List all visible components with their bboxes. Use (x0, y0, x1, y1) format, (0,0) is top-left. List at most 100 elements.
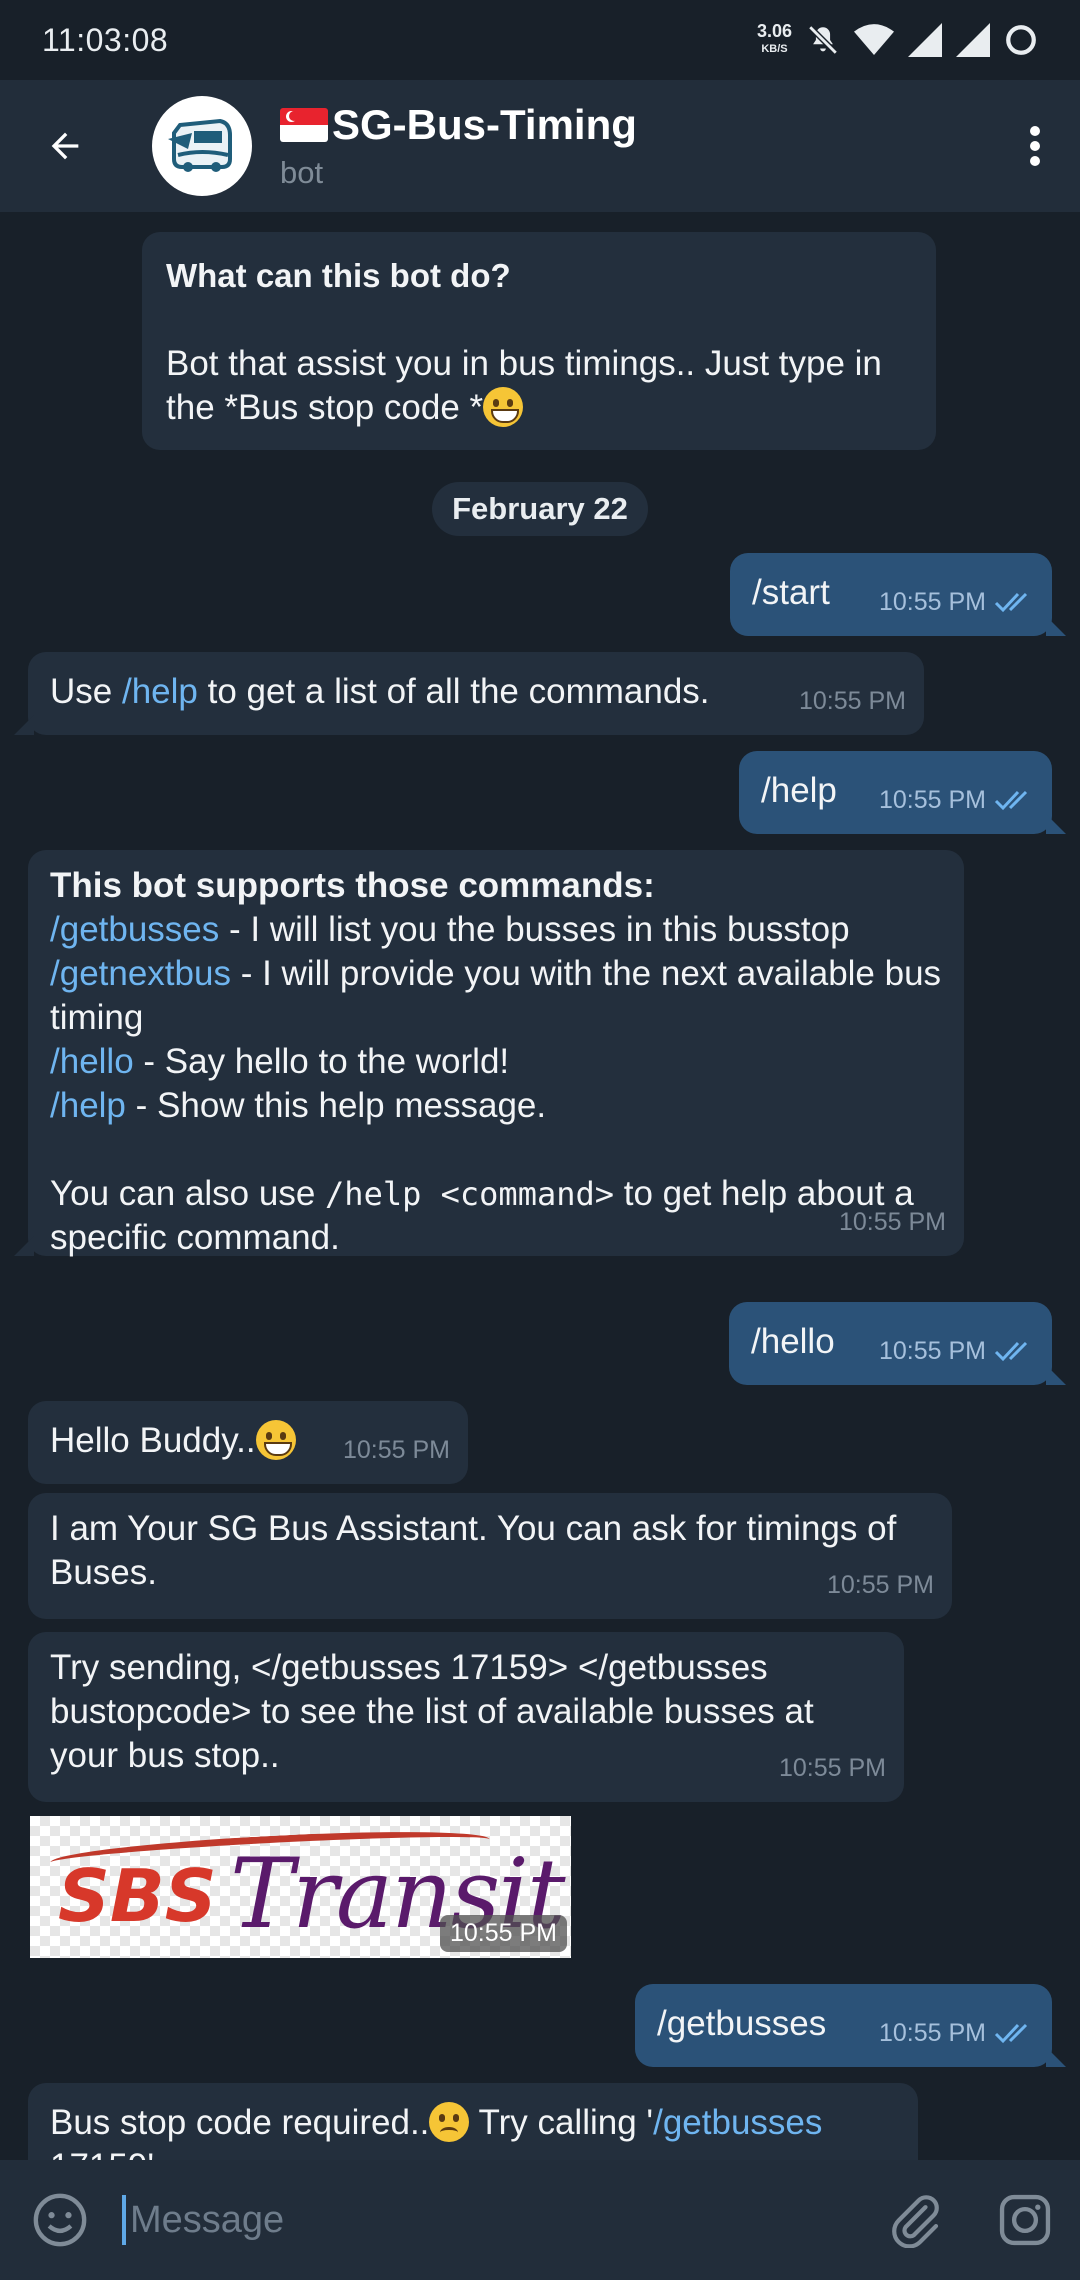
text-cursor (122, 2195, 126, 2245)
double-check-icon (994, 592, 1028, 613)
message-time: 10:55 PM (798, 687, 906, 715)
message-meta: 10:55 PM (879, 580, 1034, 624)
text-fragment: Try calling ' (469, 2103, 654, 2142)
bot-intro-body: Bot that assist you in bus timings.. Jus… (166, 342, 912, 430)
message-time: 10:55 PM (878, 588, 986, 616)
command-desc: - I will list you the busses in this bus… (219, 910, 850, 949)
text-fragment: Use (50, 672, 122, 711)
message-in[interactable]: Use /help to get a list of all the comma… (14, 652, 924, 735)
bus-logo-icon (168, 118, 232, 172)
status-time: 11:03:08 (42, 21, 169, 58)
message-input[interactable]: Message (120, 2160, 860, 2280)
bot-intro-card: What can this bot do? Bot that assist yo… (142, 232, 936, 450)
message-text: /start (752, 573, 830, 612)
text-fragment: Hello Buddy.. (50, 1421, 256, 1460)
camera-button[interactable] (970, 2160, 1080, 2280)
command-link-getbusses[interactable]: /getbusses (653, 2103, 822, 2142)
inline-code: /help <command> (325, 1175, 615, 1213)
double-check-icon (994, 2023, 1028, 2044)
command-link-hello[interactable]: /hello (50, 1042, 134, 1081)
mute-icon (808, 25, 838, 55)
message-text: /help (761, 771, 837, 810)
arrow-left-icon (51, 132, 79, 160)
battery-icon (1006, 25, 1036, 55)
message-time: 10:55 PM (878, 2019, 986, 2047)
message-text: I am Your SG Bus Assistant. You can ask … (50, 1509, 897, 1592)
command-link-help[interactable]: /help (122, 672, 198, 711)
status-icons: 3.06 KB/S (757, 22, 1038, 58)
message-in[interactable]: Bus stop code required.. Try calling '/g… (28, 2083, 918, 2160)
chat-title-text: SG-Bus-Timing (332, 101, 637, 148)
message-in[interactable]: I am Your SG Bus Assistant. You can ask … (28, 1493, 952, 1619)
message-meta: 10:55 PM (879, 778, 1034, 822)
message-out[interactable]: /hello 10:55 PM (729, 1302, 1066, 1385)
network-speed: 3.06 KB/S (757, 22, 792, 58)
commands-title: This bot supports those commands: (50, 866, 655, 905)
double-check-icon (994, 1341, 1028, 1362)
command-row: /hello - Say hello to the world! (50, 1040, 942, 1084)
message-time: 10:55 PM (878, 786, 986, 814)
message-out[interactable]: /start 10:55 PM (730, 553, 1066, 636)
command-link-getbusses[interactable]: /getbusses (50, 910, 219, 949)
message-time: 10:55 PM (878, 1337, 986, 1365)
paperclip-icon (892, 2195, 939, 2248)
commands-footer: You can also use /help <command> to get … (50, 1172, 942, 1260)
command-link-getnextbus[interactable]: /getnextbus (50, 954, 231, 993)
message-time: 10:55 PM (778, 1754, 886, 1782)
network-speed-unit: KB/S (761, 43, 788, 55)
message-out[interactable]: /getbusses 10:55 PM (635, 1984, 1066, 2067)
avatar[interactable] (152, 96, 252, 196)
command-row: /getbusses - I will list you the busses … (50, 908, 942, 952)
message-input-placeholder: Message (130, 2198, 285, 2241)
frowning-face-emoji-icon (429, 2102, 470, 2142)
message-time: 10:55 PM (838, 1208, 946, 1236)
text-fragment: to get a list of all the commands. (197, 672, 710, 711)
text-fragment: You can also use (50, 1174, 326, 1213)
command-desc: - Show this help message. (125, 1086, 547, 1125)
message-text: Try sending, </getbusses 17159> </getbus… (50, 1648, 814, 1775)
logo-text-sbs: SBS (58, 1854, 217, 1938)
instagram-camera-icon (999, 2194, 1051, 2246)
message-text: Bus stop code required.. Try calling '/g… (50, 2102, 822, 2160)
message-out[interactable]: /help 10:55 PM (739, 751, 1066, 834)
message-text: Hello Buddy.. (50, 1420, 296, 1460)
message-time: 10:55 PM (342, 1436, 450, 1464)
more-vertical-icon (1030, 126, 1040, 166)
command-desc: - Say hello to the world! (133, 1042, 510, 1081)
message-input-bar: Message (0, 2160, 1080, 2280)
chat-messages[interactable]: What can this bot do? Bot that assist yo… (0, 212, 1080, 2160)
message-in[interactable]: Try sending, </getbusses 17159> </getbus… (28, 1632, 904, 1802)
emoji-button[interactable] (0, 2160, 120, 2280)
chat-subtitle: bot (280, 155, 324, 190)
text-fragment: 17159' (50, 2147, 154, 2160)
command-link-help[interactable]: /help (50, 1086, 126, 1125)
back-button[interactable] (0, 80, 130, 212)
bot-intro-body-text: Bot that assist you in bus timings.. Jus… (166, 344, 882, 427)
attach-button[interactable] (860, 2160, 970, 2280)
message-in[interactable]: Hello Buddy.. 10:55 PM (28, 1401, 468, 1484)
message-text: /getbusses (657, 2004, 827, 2043)
command-row: /help - Show this help message. (50, 1084, 942, 1128)
signal-roaming-icon (956, 23, 990, 57)
status-bar: 11:03:08 3.06 KB/S (0, 0, 1080, 80)
message-meta: 10:55 PM (879, 1329, 1034, 1373)
network-speed-value: 3.06 (756, 21, 792, 41)
message-text: Use /help to get a list of all the comma… (50, 672, 710, 711)
bot-intro-title: What can this bot do? (166, 257, 511, 294)
wifi-icon (854, 24, 894, 55)
double-check-icon (994, 790, 1028, 811)
more-options-button[interactable] (990, 80, 1080, 212)
singapore-flag-icon (280, 108, 328, 142)
message-text: /hello (751, 1322, 835, 1361)
grinning-face-emoji-icon (255, 1420, 296, 1460)
chat-title-block[interactable]: SG-Bus-Timing bot (280, 101, 990, 191)
sbs-transit-image[interactable]: SBS Transit 10:55 PM (30, 1816, 571, 1958)
command-row: /getnextbus - I will provide you with th… (50, 952, 942, 1040)
chat-title: SG-Bus-Timing (280, 101, 990, 149)
message-in[interactable]: This bot supports those commands: /getbu… (14, 850, 964, 1257)
text-fragment: Bus stop code required.. (50, 2103, 430, 2142)
chat-header: SG-Bus-Timing bot (0, 80, 1080, 212)
message-time: 10:55 PM (826, 1571, 934, 1599)
message-time: 10:55 PM (439, 1915, 567, 1952)
smiley-icon (33, 2193, 87, 2247)
